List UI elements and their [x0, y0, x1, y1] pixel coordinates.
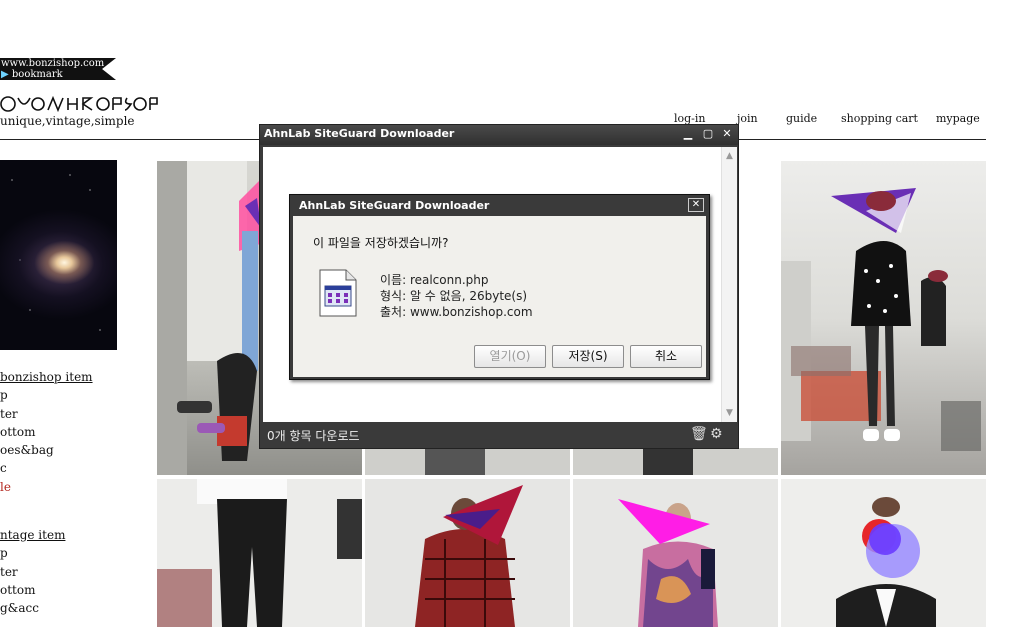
file-info: 이름: realconn.php 형식: 알 수 없음, 26byte(s) 출… [380, 272, 533, 320]
category-shoes-bag[interactable]: oes&bag [0, 441, 93, 459]
bookmark-label: bookmark [11, 69, 63, 80]
bookmark-link[interactable]: ▶ bookmark [1, 69, 63, 80]
download-count: 0개 항목 다운로드 [267, 429, 360, 443]
product-photo[interactable] [781, 161, 986, 475]
product-photo[interactable] [365, 479, 570, 627]
nav-mypage[interactable]: mypage [936, 112, 980, 125]
galaxy-banner[interactable] [0, 160, 117, 350]
vintage-bottom[interactable]: ottom [0, 581, 65, 599]
maximize-icon[interactable]: ▢ [700, 127, 716, 141]
nav-join[interactable]: join [737, 112, 758, 125]
play-icon: ▶ [1, 69, 9, 80]
file-name: 이름: realconn.php [380, 273, 489, 287]
scroll-up-icon[interactable]: ▲ [722, 149, 737, 163]
nav-shopping-cart[interactable]: shopping cart [841, 112, 918, 125]
product-photo[interactable] [781, 479, 986, 627]
bookmark-ribbon[interactable]: www.bonzishop.com ▶ bookmark [0, 58, 116, 80]
vintage-item-header[interactable]: ntage item [0, 526, 65, 544]
save-dialog-title: AhnLab SiteGuard Downloader [299, 199, 490, 212]
dialog-close-icon[interactable]: ✕ [688, 198, 704, 212]
product-photo[interactable] [365, 448, 570, 475]
bonzishop-item-header[interactable]: bonzishop item [0, 368, 93, 386]
file-icon [319, 269, 357, 317]
save-dialog-titlebar[interactable]: AhnLab SiteGuard Downloader ✕ [290, 195, 709, 215]
scroll-down-icon[interactable]: ▼ [722, 406, 737, 420]
vintage-item-menu: ntage item p ter ottom g&acc [0, 526, 65, 617]
downloader-titlebar[interactable]: AhnLab SiteGuard Downloader ▁ ▢ ✕ [260, 125, 738, 145]
product-photo[interactable] [573, 448, 778, 475]
category-sale[interactable]: le [0, 478, 93, 496]
cancel-button[interactable]: 취소 [630, 345, 702, 368]
category-top[interactable]: p [0, 386, 93, 404]
vintage-bag-acc[interactable]: g&acc [0, 599, 65, 617]
site-url: www.bonzishop.com [1, 58, 105, 69]
category-outer[interactable]: ter [0, 405, 93, 423]
file-type: 형식: 알 수 없음, 26byte(s) [380, 289, 528, 303]
product-photo[interactable] [157, 479, 362, 627]
category-acc[interactable]: c [0, 459, 93, 477]
category-bottom[interactable]: ottom [0, 423, 93, 441]
save-dialog: AhnLab SiteGuard Downloader ✕ 이 파일을 저장하겠… [289, 194, 710, 380]
bonzishop-item-menu: bonzishop item p ter ottom oes&bag c le [0, 368, 93, 496]
gear-icon[interactable]: ⚙ [710, 426, 723, 442]
open-button[interactable]: 열기(O) [474, 345, 546, 368]
file-source: 출처: www.bonzishop.com [380, 305, 533, 319]
downloader-title: AhnLab SiteGuard Downloader [264, 127, 455, 140]
nav-guide[interactable]: guide [786, 112, 817, 125]
vertical-scrollbar[interactable]: ▲ ▼ [721, 147, 737, 422]
close-icon[interactable]: ✕ [719, 127, 735, 141]
vintage-outer[interactable]: ter [0, 563, 65, 581]
downloader-statusbar: 0개 항목 다운로드 🗑 ⚙ [260, 422, 738, 448]
vintage-top[interactable]: p [0, 544, 65, 562]
trash-icon[interactable]: 🗑 [690, 426, 708, 442]
minimize-icon[interactable]: ▁ [680, 127, 696, 141]
save-question: 이 파일을 저장하겠습니까? [313, 236, 449, 250]
shop-logo[interactable] [0, 90, 160, 114]
product-photo[interactable] [573, 479, 778, 627]
save-button[interactable]: 저장(S) [552, 345, 624, 368]
tagline: unique,vintage,simple [0, 114, 135, 128]
